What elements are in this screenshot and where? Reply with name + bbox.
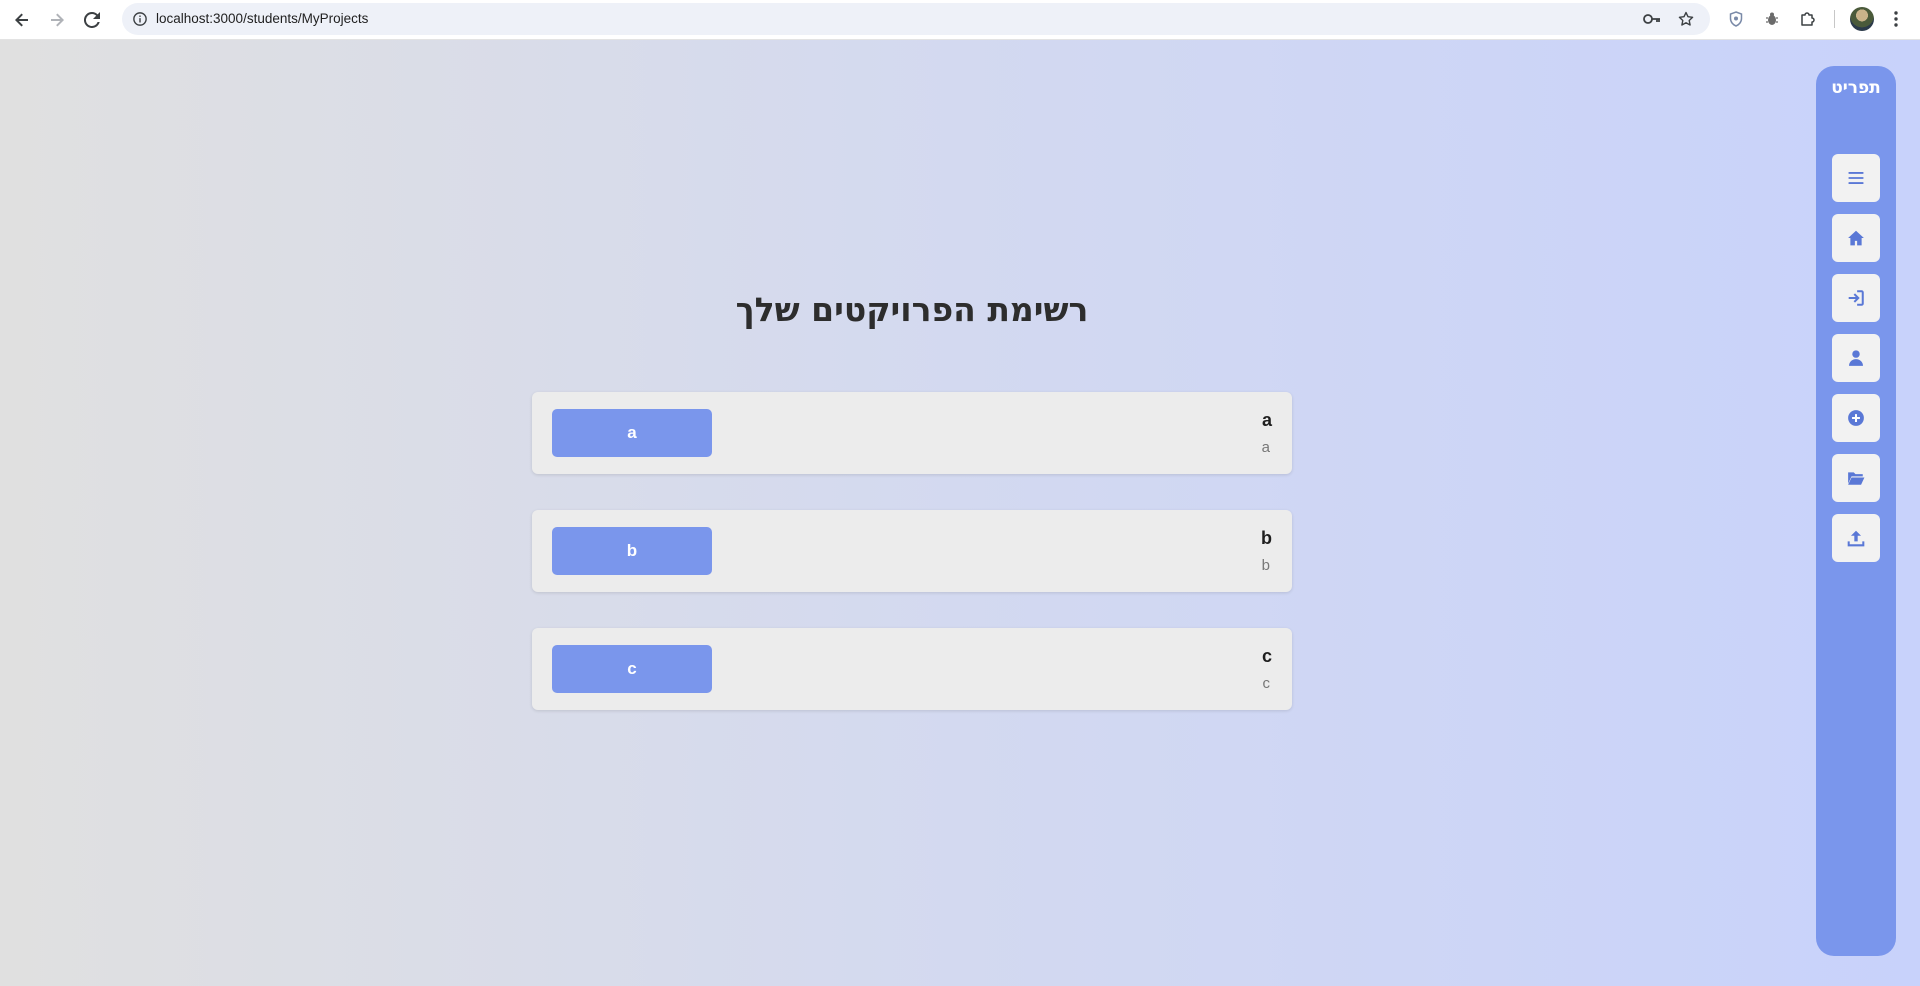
folder-open-icon xyxy=(1848,472,1865,485)
sidebar-menu: תפריט xyxy=(1816,66,1896,956)
project-card: c c c xyxy=(532,628,1292,710)
login-icon xyxy=(1848,290,1864,306)
bookmark-star-icon[interactable] xyxy=(1676,9,1696,29)
project-description: b xyxy=(1261,557,1270,574)
sidebar-item-menu[interactable] xyxy=(1832,154,1880,202)
projects-list: a a a b b b c c c xyxy=(532,392,1292,746)
project-open-button[interactable]: a xyxy=(552,409,712,457)
sidebar-item-my-projects[interactable] xyxy=(1832,454,1880,502)
sidebar-item-login[interactable] xyxy=(1832,274,1880,322)
page-title: רשימת הפרויקטים שלך xyxy=(735,290,1089,329)
project-open-button[interactable]: b xyxy=(552,527,712,575)
extensions-puzzle-icon[interactable] xyxy=(1796,7,1820,31)
project-card: b b b xyxy=(532,510,1292,592)
project-description: c xyxy=(1262,675,1271,692)
profile-avatar[interactable] xyxy=(1850,7,1874,31)
extension-shield-icon[interactable] xyxy=(1724,7,1748,31)
sidebar-item-home[interactable] xyxy=(1832,214,1880,262)
reload-button[interactable] xyxy=(77,5,107,35)
browser-toolbar: localhost:3000/students/MyProjects xyxy=(0,0,1920,40)
arrow-left-icon xyxy=(15,13,28,27)
project-card: a a a xyxy=(532,392,1292,474)
project-open-button[interactable]: c xyxy=(552,645,712,693)
back-button[interactable] xyxy=(7,5,37,35)
project-name: c xyxy=(1261,646,1272,666)
extension-bug-icon[interactable] xyxy=(1760,7,1784,31)
url-text: localhost:3000/students/MyProjects xyxy=(156,11,369,26)
sidebar-item-upload[interactable] xyxy=(1832,514,1880,562)
menu-icon xyxy=(1848,172,1864,184)
forward-button[interactable] xyxy=(42,5,72,35)
home-icon xyxy=(1848,230,1864,246)
sidebar-item-profile[interactable] xyxy=(1832,334,1880,382)
password-key-icon[interactable] xyxy=(1642,9,1662,29)
project-name: b xyxy=(1261,528,1272,548)
arrow-right-icon xyxy=(51,13,64,27)
page-content: רשימת הפרויקטים שלך a a a b b b c c c תפ… xyxy=(0,40,1920,986)
sidebar-title: תפריט xyxy=(1831,78,1881,98)
sidebar-item-add[interactable] xyxy=(1832,394,1880,442)
toolbar-divider xyxy=(1834,10,1835,28)
upload-icon xyxy=(1847,530,1865,547)
add-circle-icon xyxy=(1848,410,1864,426)
site-info-icon[interactable] xyxy=(130,9,150,29)
project-description: a xyxy=(1261,439,1270,456)
reload-icon xyxy=(84,12,100,28)
user-icon xyxy=(1849,350,1863,366)
project-name: a xyxy=(1261,410,1272,430)
address-bar[interactable]: localhost:3000/students/MyProjects xyxy=(122,3,1710,35)
more-menu-icon[interactable] xyxy=(1884,7,1908,31)
